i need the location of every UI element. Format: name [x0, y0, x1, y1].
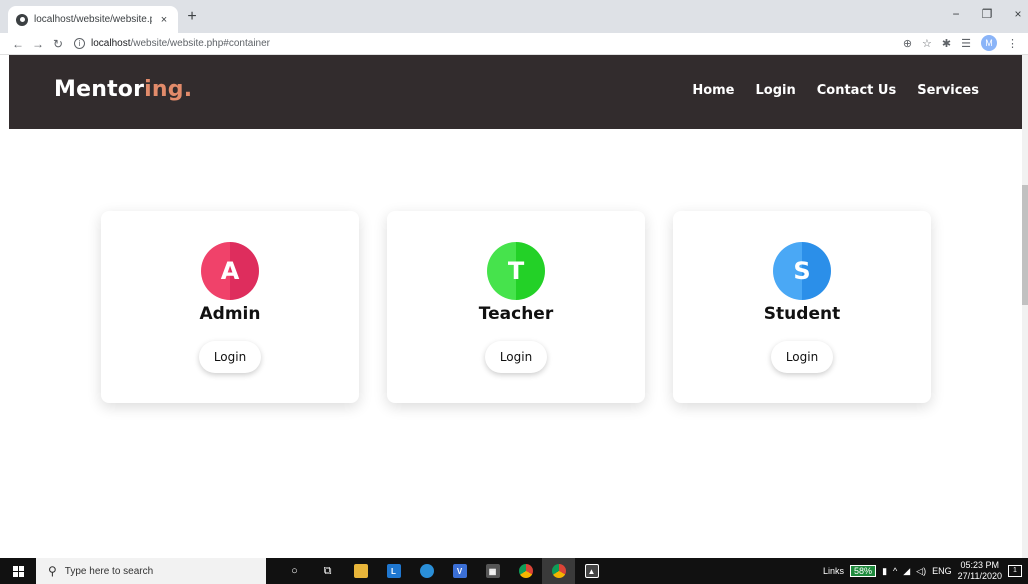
notification-icon[interactable]: 1: [1008, 565, 1022, 577]
clock-date: 27/11/2020: [957, 571, 1002, 581]
search-icon: ⚲: [48, 564, 57, 578]
page-scrollbar[interactable]: [1022, 55, 1028, 558]
nav-home-link[interactable]: Home: [692, 83, 734, 98]
url-path: /website/website.php#container: [130, 38, 270, 49]
admin-avatar: A: [201, 242, 259, 300]
reload-icon[interactable]: ↻: [48, 37, 68, 51]
scrollbar-thumb[interactable]: [1022, 185, 1028, 305]
browser-toolbar: ← → ↻ i localhost/website/website.php#co…: [0, 33, 1028, 55]
network-icon[interactable]: ◢: [903, 566, 910, 577]
globe-icon: [16, 13, 28, 26]
tray-app-icon[interactable]: ▮: [882, 566, 887, 577]
forward-arrow-icon[interactable]: →: [28, 37, 48, 51]
volume-icon[interactable]: ◁): [916, 566, 926, 577]
student-avatar: S: [773, 242, 831, 300]
student-card: S Student Login: [673, 211, 931, 403]
info-icon[interactable]: i: [74, 38, 85, 49]
teacher-login-button[interactable]: Login: [485, 341, 547, 373]
logo-accent: ing.: [144, 77, 193, 102]
browser-tab[interactable]: localhost/website/website.php#c ×: [8, 6, 178, 33]
chrome-active-icon[interactable]: [542, 558, 575, 584]
logo-main: Mentor: [54, 77, 145, 102]
close-window-button[interactable]: ×: [1008, 7, 1028, 21]
site-navbar: Mentoring. Home Login Contact Us Service…: [9, 55, 1022, 129]
toolbar-actions: ⊕ ☆ ✱ ☰ M ⋮: [903, 35, 1018, 51]
teacher-title: Teacher: [478, 304, 554, 324]
task-view-icon[interactable]: ⧉: [311, 558, 344, 584]
maximize-button[interactable]: ❐: [977, 7, 997, 21]
links-toolbar[interactable]: Links: [823, 566, 844, 576]
extensions-icon[interactable]: ✱: [942, 37, 951, 50]
zoom-icon[interactable]: ⊕: [903, 37, 912, 50]
globe-app-icon[interactable]: [410, 558, 443, 584]
student-login-button[interactable]: Login: [771, 341, 833, 373]
file-explorer-icon[interactable]: [344, 558, 377, 584]
browser-tabstrip: localhost/website/website.php#c × + − ❐ …: [0, 0, 1028, 33]
nav-contact-link[interactable]: Contact Us: [817, 83, 896, 98]
chevron-up-icon[interactable]: ^: [893, 566, 897, 576]
web-page: Mentoring. Home Login Contact Us Service…: [9, 55, 1022, 558]
cortana-icon[interactable]: ○: [278, 558, 311, 584]
clock[interactable]: 05:23 PM 27/11/2020: [958, 560, 1002, 582]
language-indicator[interactable]: ENG: [932, 566, 952, 576]
app-l-icon[interactable]: L: [377, 558, 410, 584]
new-tab-button[interactable]: +: [183, 8, 201, 26]
teacher-card: T Teacher Login: [387, 211, 645, 403]
admin-card: A Admin Login: [101, 211, 359, 403]
calculator-icon[interactable]: ▦: [476, 558, 509, 584]
minimize-button[interactable]: −: [946, 7, 966, 21]
star-icon[interactable]: ☆: [922, 37, 932, 50]
nav-services-link[interactable]: Services: [917, 83, 979, 98]
profile-avatar[interactable]: M: [981, 35, 997, 51]
taskbar-search[interactable]: ⚲ Type here to search: [36, 558, 266, 584]
site-logo[interactable]: Mentoring.: [54, 77, 192, 102]
taskbar-apps: ○ ⧉ L V ▦ ▲: [278, 558, 608, 584]
reading-list-icon[interactable]: ☰: [961, 37, 971, 50]
admin-title: Admin: [199, 304, 261, 324]
address-bar[interactable]: i localhost/website/website.php#containe…: [74, 38, 270, 49]
nav-login-link[interactable]: Login: [756, 83, 796, 98]
photos-icon[interactable]: ▲: [575, 558, 608, 584]
teacher-avatar: T: [487, 242, 545, 300]
student-title: Student: [763, 304, 841, 324]
windows-logo-icon: [12, 565, 24, 577]
search-placeholder: Type here to search: [64, 565, 154, 577]
menu-icon[interactable]: ⋮: [1007, 37, 1018, 50]
tab-title: localhost/website/website.php#c: [34, 14, 152, 25]
admin-login-button[interactable]: Login: [199, 341, 261, 373]
clock-time: 05:23 PM: [960, 560, 1000, 570]
chrome-icon[interactable]: [509, 558, 542, 584]
battery-indicator[interactable]: 58%: [850, 565, 877, 577]
back-arrow-icon[interactable]: ←: [8, 37, 28, 51]
vs-code-icon[interactable]: V: [443, 558, 476, 584]
screen: localhost/website/website.php#c × + − ❐ …: [0, 0, 1028, 584]
tab-close-icon[interactable]: ×: [158, 14, 170, 26]
windows-taskbar: ⚲ Type here to search ○ ⧉ L V ▦ ▲ Links …: [0, 558, 1028, 584]
system-tray: Links 58% ▮ ^ ◢ ◁) ENG 05:23 PM 27/11/20…: [823, 558, 1028, 584]
url-host: localhost: [91, 38, 131, 49]
start-button[interactable]: [0, 558, 36, 584]
nav-links: Home Login Contact Us Services: [692, 83, 979, 98]
